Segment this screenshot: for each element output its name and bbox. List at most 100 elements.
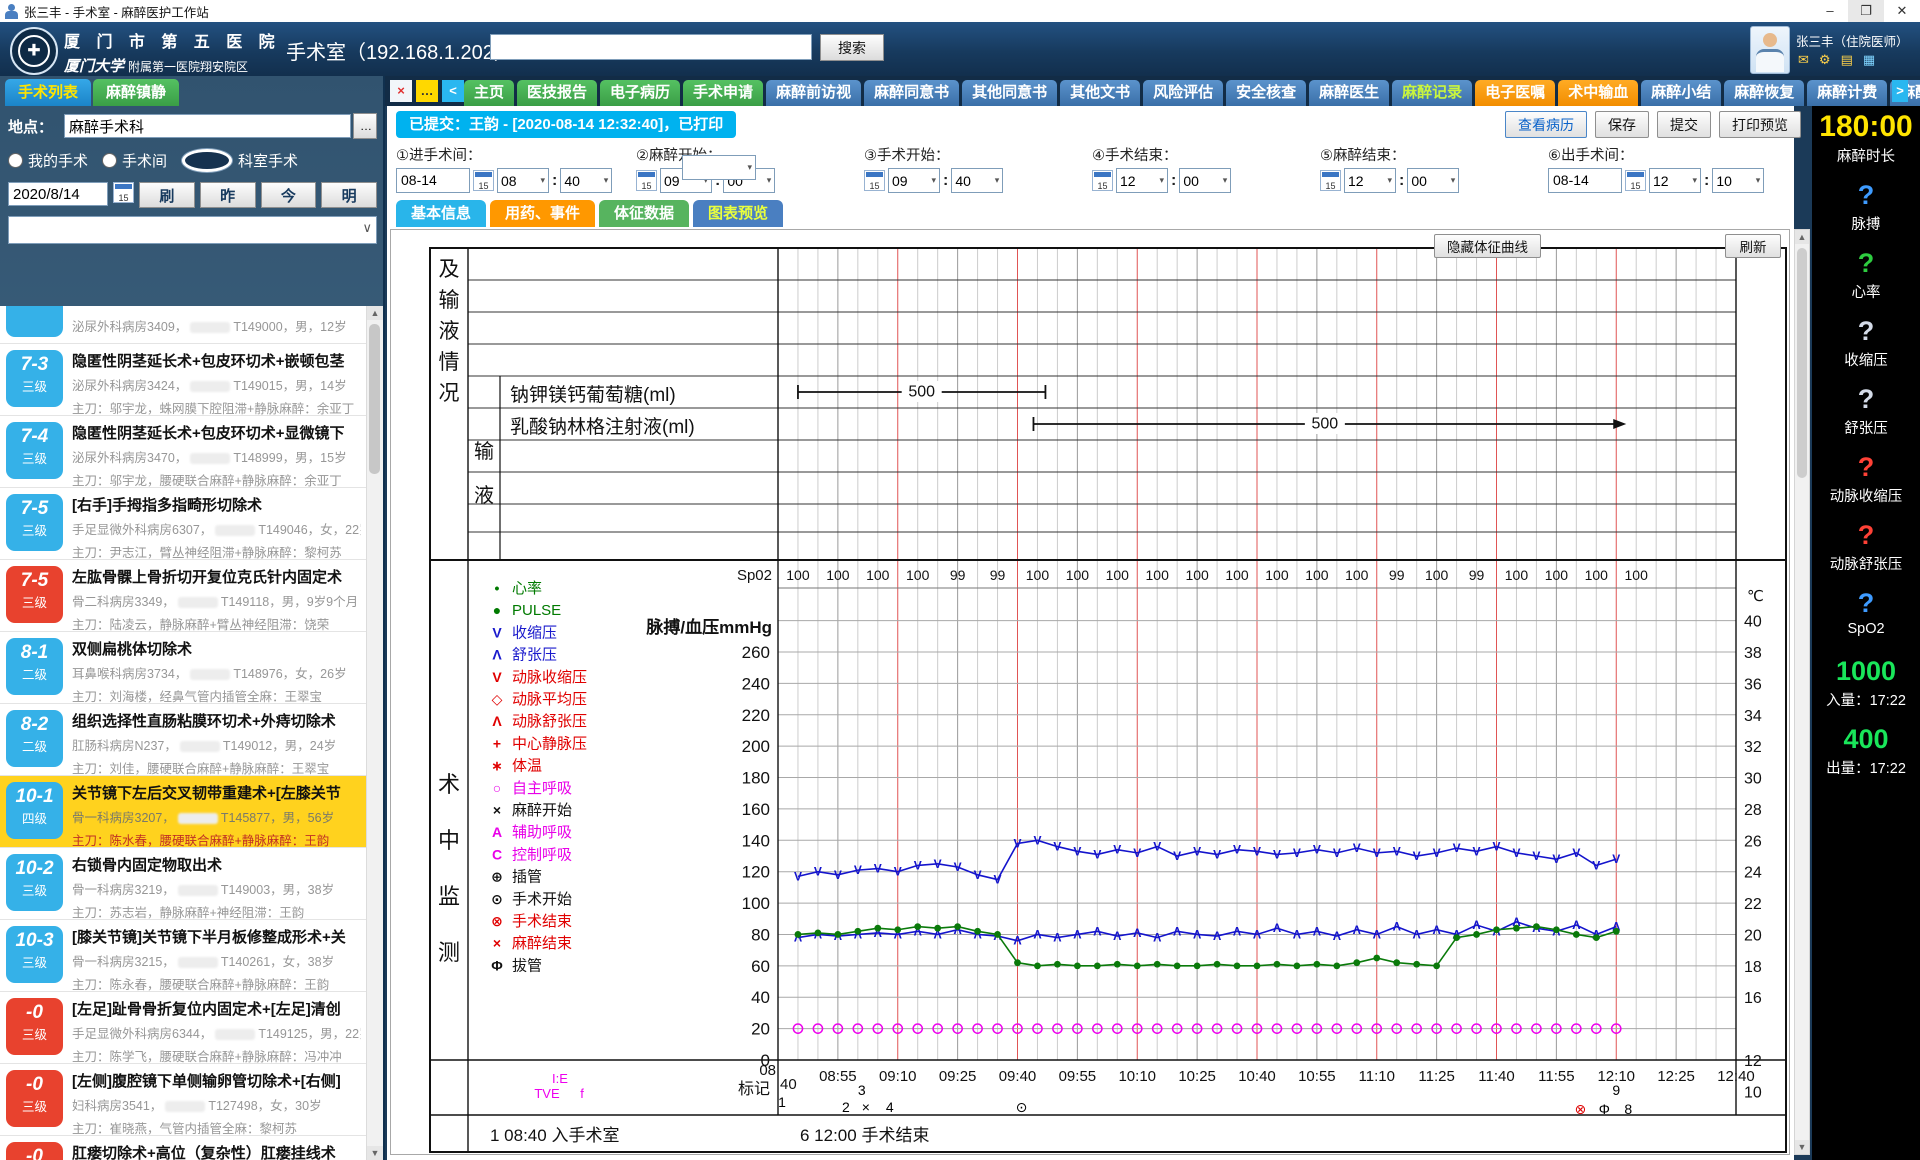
surgery-list-item[interactable]: 7-4三级隐匿性阴茎延长术+包皮环切术+显微镜下泌尿外科病房3470，T1489… [0,416,367,488]
minute-select[interactable]: 10▾ [1712,168,1764,193]
nav-tab-风险评估[interactable]: 风险评估 [1143,80,1223,106]
surgery-list-item[interactable]: 10-2三级右锁骨内固定物取出术骨一科病房3219，T149003，男，38岁主… [0,848,367,920]
minute-select[interactable]: 00▾ [1179,168,1231,193]
filter-select[interactable]: ∨ [8,216,377,244]
refresh-button[interactable]: 刷新 [1725,234,1781,258]
submit-button[interactable]: 提交 [1657,111,1711,138]
radio-手术间[interactable]: 手术间 [102,150,167,171]
scroll-down-icon[interactable]: ▼ [1795,1140,1809,1154]
calendar-icon[interactable]: 15 [473,170,494,191]
date-field[interactable]: 08-14 [1548,168,1622,193]
view-record-button[interactable]: 查看病历 [1505,111,1587,138]
surgery-list-item[interactable]: 7-5三级左肱骨髁上骨折切开复位克氏针内固定术骨二科病房3349，T149118… [0,560,367,632]
location-more-button[interactable]: … [353,113,377,139]
scrollbar-thumb[interactable] [1797,248,1807,478]
close-window-button[interactable]: ✕ [1884,0,1920,22]
surgery-list-item[interactable]: 8-2二级组织选择性直肠粘膜环切术+外痔切除术肛肠科病房N237，T149012… [0,704,367,776]
location-input[interactable] [64,114,351,138]
nav-tab-麻醉医生[interactable]: 麻醉医生 [1309,80,1389,106]
subtab-基本信息[interactable]: 基本信息 [396,200,486,227]
nav-tab-麻醉同意书[interactable]: 麻醉同意书 [864,80,959,106]
minute-select[interactable]: 40▾ [951,168,1003,193]
main-scrollbar[interactable]: ▲ ▼ [1794,229,1810,1155]
minute-select[interactable]: 40▾ [560,168,612,193]
nav-tab-其他文书[interactable]: 其他文书 [1060,80,1140,106]
calendar-icon[interactable]: 15 [1320,170,1341,191]
calendar-icon[interactable]: 15 [1092,170,1113,191]
scroll-up-icon[interactable]: ▲ [1795,230,1809,244]
room-select[interactable]: 10▾ [682,155,756,180]
subtab-图表预览[interactable]: 图表预览 [693,200,783,227]
surgery-list-item[interactable]: 三级泌尿外科病房3409，T149000，男，12岁主刀：邬宇龙，蛛网膜下腔阻滞… [0,306,367,344]
nav-tab-安全核查[interactable]: 安全核查 [1226,80,1306,106]
surgeon-anesthesia-info: 主刀：陈永春，腰硬联合麻醉+静脉麻醉：王韵 [72,974,361,992]
hour-select[interactable]: 09▾ [888,168,940,193]
svg-text:⊗: ⊗ [491,913,503,929]
calendar-icon[interactable]: 15 [113,182,134,203]
calendar-icon[interactable]: 15 [864,170,885,191]
nav-tab-电子医嘱[interactable]: 电子医嘱 [1475,80,1555,106]
surgery-list-item[interactable]: 10-3三级[膝关节镜]关节镜下半月板修整成形术+关骨一科病房3215，T140… [0,920,367,992]
date-button-昨[interactable]: 昨 [200,182,256,208]
surgery-list-item[interactable]: 7-5三级[右手]手拇指多指畸形切除术手足显微外科病房6307，T149046，… [0,488,367,560]
gear-icon[interactable]: ⚙ [1819,52,1831,68]
nav-tab-麻醉恢复[interactable]: 麻醉恢复 [1724,80,1804,106]
sidebar-tab-麻醉镇静[interactable]: 麻醉镇静 [93,79,179,106]
date-field[interactable]: 08-14 [396,168,470,193]
nav-scroll-right-button[interactable]: > [1892,80,1908,102]
hour-select[interactable]: 12▾ [1116,168,1168,193]
chart-icon[interactable]: ▦ [1863,52,1875,68]
surgery-list-item[interactable]: -0三级肛瘘切除术+高位（复杂性）肛瘘挂线术肛肠科病房N203，T149098，… [0,1136,367,1160]
nav-tab-麻醉记录[interactable]: 麻醉记录 [1392,80,1472,106]
nav-more-button[interactable]: … [416,80,438,102]
scrollbar-thumb[interactable] [369,324,380,474]
date-button-今[interactable]: 今 [261,182,317,208]
window-title: 张三丰 - 手术室 - 麻醉医护工作站 [24,2,209,21]
surgery-list-item[interactable]: 8-1二级双侧扁桃体切除术耳鼻喉科病房3734，T148976，女，26岁主刀：… [0,632,367,704]
minimize-button[interactable]: – [1812,0,1848,22]
surgery-list-item[interactable]: 7-3三级隐匿性阴茎延长术+包皮环切术+嵌顿包茎泌尿外科病房3424，T1490… [0,344,367,416]
surgery-list-item[interactable]: 10-1四级关节镜下左后交叉韧带重建术+[左膝关节骨一科病房3207，T1458… [0,776,367,848]
nav-tab-麻醉小结[interactable]: 麻醉小结 [1641,80,1721,106]
date-button-刷[interactable]: 刷 [139,182,195,208]
restore-button[interactable]: ❐ [1848,0,1884,22]
search-button[interactable]: 搜索 [820,34,884,61]
date-input[interactable] [8,182,108,206]
nav-tab-医技报告[interactable]: 医技报告 [517,80,597,106]
search-input[interactable] [490,34,812,60]
calendar-icon[interactable]: 15 [1625,170,1646,191]
scroll-down-icon[interactable]: ▼ [367,1146,383,1160]
nav-tab-主页[interactable]: 主页 [464,80,514,106]
mail-icon[interactable]: ✉ [1798,52,1809,68]
print-preview-button[interactable]: 打印预览 [1719,111,1801,138]
hour-select[interactable]: 12▾ [1649,168,1701,193]
nav-tab-麻醉前访视[interactable]: 麻醉前访视 [766,80,861,106]
nav-tab-其他同意书[interactable]: 其他同意书 [962,80,1057,106]
nav-tab-电子病历[interactable]: 电子病历 [600,80,680,106]
svg-text:Λ: Λ [1153,931,1161,945]
minute-select[interactable]: 00▾ [1407,168,1459,193]
surgeon-anesthesia-info: 主刀：邬宇龙，蛛网膜下腔阻滞+静脉麻醉：余亚丁 [72,398,361,416]
subtab-体征数据[interactable]: 体征数据 [599,200,689,227]
surgery-list-item[interactable]: -0三级[左足]趾骨骨折复位内固定术+[左足]清创手足显微外科病房6344，T1… [0,992,367,1064]
nav-scroll-left-button[interactable]: < [442,80,464,102]
save-button[interactable]: 保存 [1595,111,1649,138]
nav-tab-麻醉计费[interactable]: 麻醉计费 [1807,80,1887,106]
radio-我的手术[interactable]: 我的手术 [8,150,88,171]
hide-curve-button[interactable]: 隐藏体征曲线 [1434,234,1541,258]
scroll-up-icon[interactable]: ▲ [367,306,383,320]
hour-select[interactable]: 08▾ [497,168,549,193]
sidebar-tab-手术列表[interactable]: 手术列表 [5,79,91,106]
surgery-list-item[interactable]: -0三级[左侧]腹腔镜下单侧输卵管切除术+[右侧]妇科病房3541，T12749… [0,1064,367,1136]
date-button-明[interactable]: 明 [321,182,377,208]
hour-select[interactable]: 12▾ [1344,168,1396,193]
nav-close-button[interactable]: × [390,80,412,102]
sidebar-scrollbar[interactable]: ▲ ▼ [366,306,383,1160]
document-icon[interactable]: ▤ [1841,52,1853,68]
radio-科室手术[interactable]: 科室手术 [181,148,298,173]
svg-text:V: V [1173,849,1181,863]
nav-tab-术中输血[interactable]: 术中输血 [1558,80,1638,106]
subtab-用药、事件[interactable]: 用药、事件 [490,200,595,227]
calendar-icon[interactable]: 15 [636,170,657,191]
nav-tab-手术申请[interactable]: 手术申请 [683,80,763,106]
